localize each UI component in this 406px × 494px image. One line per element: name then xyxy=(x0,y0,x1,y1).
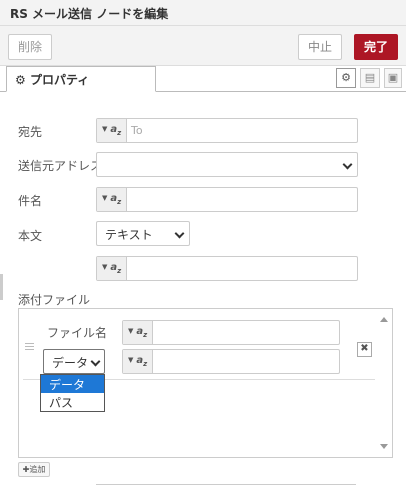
cancel-button[interactable]: 中止 xyxy=(298,34,342,60)
string-type-icon: az xyxy=(136,355,148,368)
gear-icon: ⚙ xyxy=(341,71,351,84)
dropdown-option-path[interactable]: パス xyxy=(41,393,104,411)
subject-input[interactable]: ▼ az xyxy=(96,187,358,212)
caret-down-icon: ▼ xyxy=(102,194,108,202)
chevron-down-icon xyxy=(90,356,101,367)
editor-title-text: RS メール送信 ノードを編集 xyxy=(10,7,169,21)
data-type-button[interactable]: ▼ az xyxy=(123,350,153,373)
caret-down-icon: ▼ xyxy=(102,263,108,271)
done-button[interactable]: 完了 xyxy=(354,34,398,60)
string-type-icon: az xyxy=(110,193,122,206)
caret-down-icon: ▼ xyxy=(128,327,134,335)
from-label: 送信元アドレス xyxy=(18,159,103,173)
sidebar-resize-handle[interactable] xyxy=(0,274,3,300)
to-label: 宛先 xyxy=(18,125,43,139)
attachment-kind-select[interactable]: データ xyxy=(43,349,105,374)
caret-down-icon: ▼ xyxy=(128,356,134,364)
editor-title: RS メール送信 ノードを編集 xyxy=(0,0,406,26)
settings-tab-button[interactable]: ⚙ xyxy=(336,68,356,88)
description-tab-button[interactable]: ▤ xyxy=(360,68,380,88)
filename-label: ファイル名 xyxy=(47,326,108,340)
drag-handle-icon[interactable] xyxy=(25,343,34,352)
chevron-down-icon xyxy=(342,159,353,170)
attachment-data-input[interactable]: ▼ az xyxy=(122,349,340,374)
scroll-up-icon[interactable] xyxy=(380,317,388,322)
attachments-label: 添付ファイル xyxy=(18,293,91,307)
appearance-tab-button[interactable]: ▣ xyxy=(384,68,402,88)
editor-tabs: ⚙ プロパティ ⚙ ▤ ▣ xyxy=(0,66,406,92)
to-placeholder: To xyxy=(131,124,143,137)
close-icon: ✖ xyxy=(360,343,369,354)
gear-icon: ⚙ xyxy=(15,73,26,87)
to-type-button[interactable]: ▼ az xyxy=(97,119,127,142)
delete-button[interactable]: 削除 xyxy=(8,34,52,60)
string-type-icon: az xyxy=(110,124,122,137)
attachment-kind-dropdown[interactable]: データ パス xyxy=(40,374,105,412)
subject-type-button[interactable]: ▼ az xyxy=(97,188,127,211)
scroll-down-icon[interactable] xyxy=(380,444,388,449)
add-attachment-button[interactable]: ✚追加 xyxy=(18,462,50,477)
remove-attachment-button[interactable]: ✖ xyxy=(357,342,372,357)
tab-properties[interactable]: ⚙ プロパティ xyxy=(6,66,156,92)
body-type-button[interactable]: ▼ az xyxy=(97,257,127,280)
document-icon: ▤ xyxy=(364,71,376,84)
chevron-down-icon xyxy=(174,228,185,239)
caret-down-icon: ▼ xyxy=(102,125,108,133)
next-field-edge xyxy=(96,484,356,494)
body-label: 本文 xyxy=(18,229,43,243)
string-type-icon: az xyxy=(136,326,148,339)
to-input[interactable]: ▼ az To xyxy=(96,118,358,143)
frame-icon: ▣ xyxy=(387,71,399,84)
from-select[interactable] xyxy=(96,152,358,177)
subject-label: 件名 xyxy=(18,194,43,208)
filename-type-button[interactable]: ▼ az xyxy=(123,321,153,344)
string-type-icon: az xyxy=(110,262,122,275)
dropdown-option-data[interactable]: データ xyxy=(41,375,104,393)
editor-toolbar: 削除 中止 完了 xyxy=(0,26,406,66)
filename-input[interactable]: ▼ az xyxy=(122,320,340,345)
body-input[interactable]: ▼ az xyxy=(96,256,358,281)
body-format-select[interactable]: テキスト xyxy=(96,221,190,246)
